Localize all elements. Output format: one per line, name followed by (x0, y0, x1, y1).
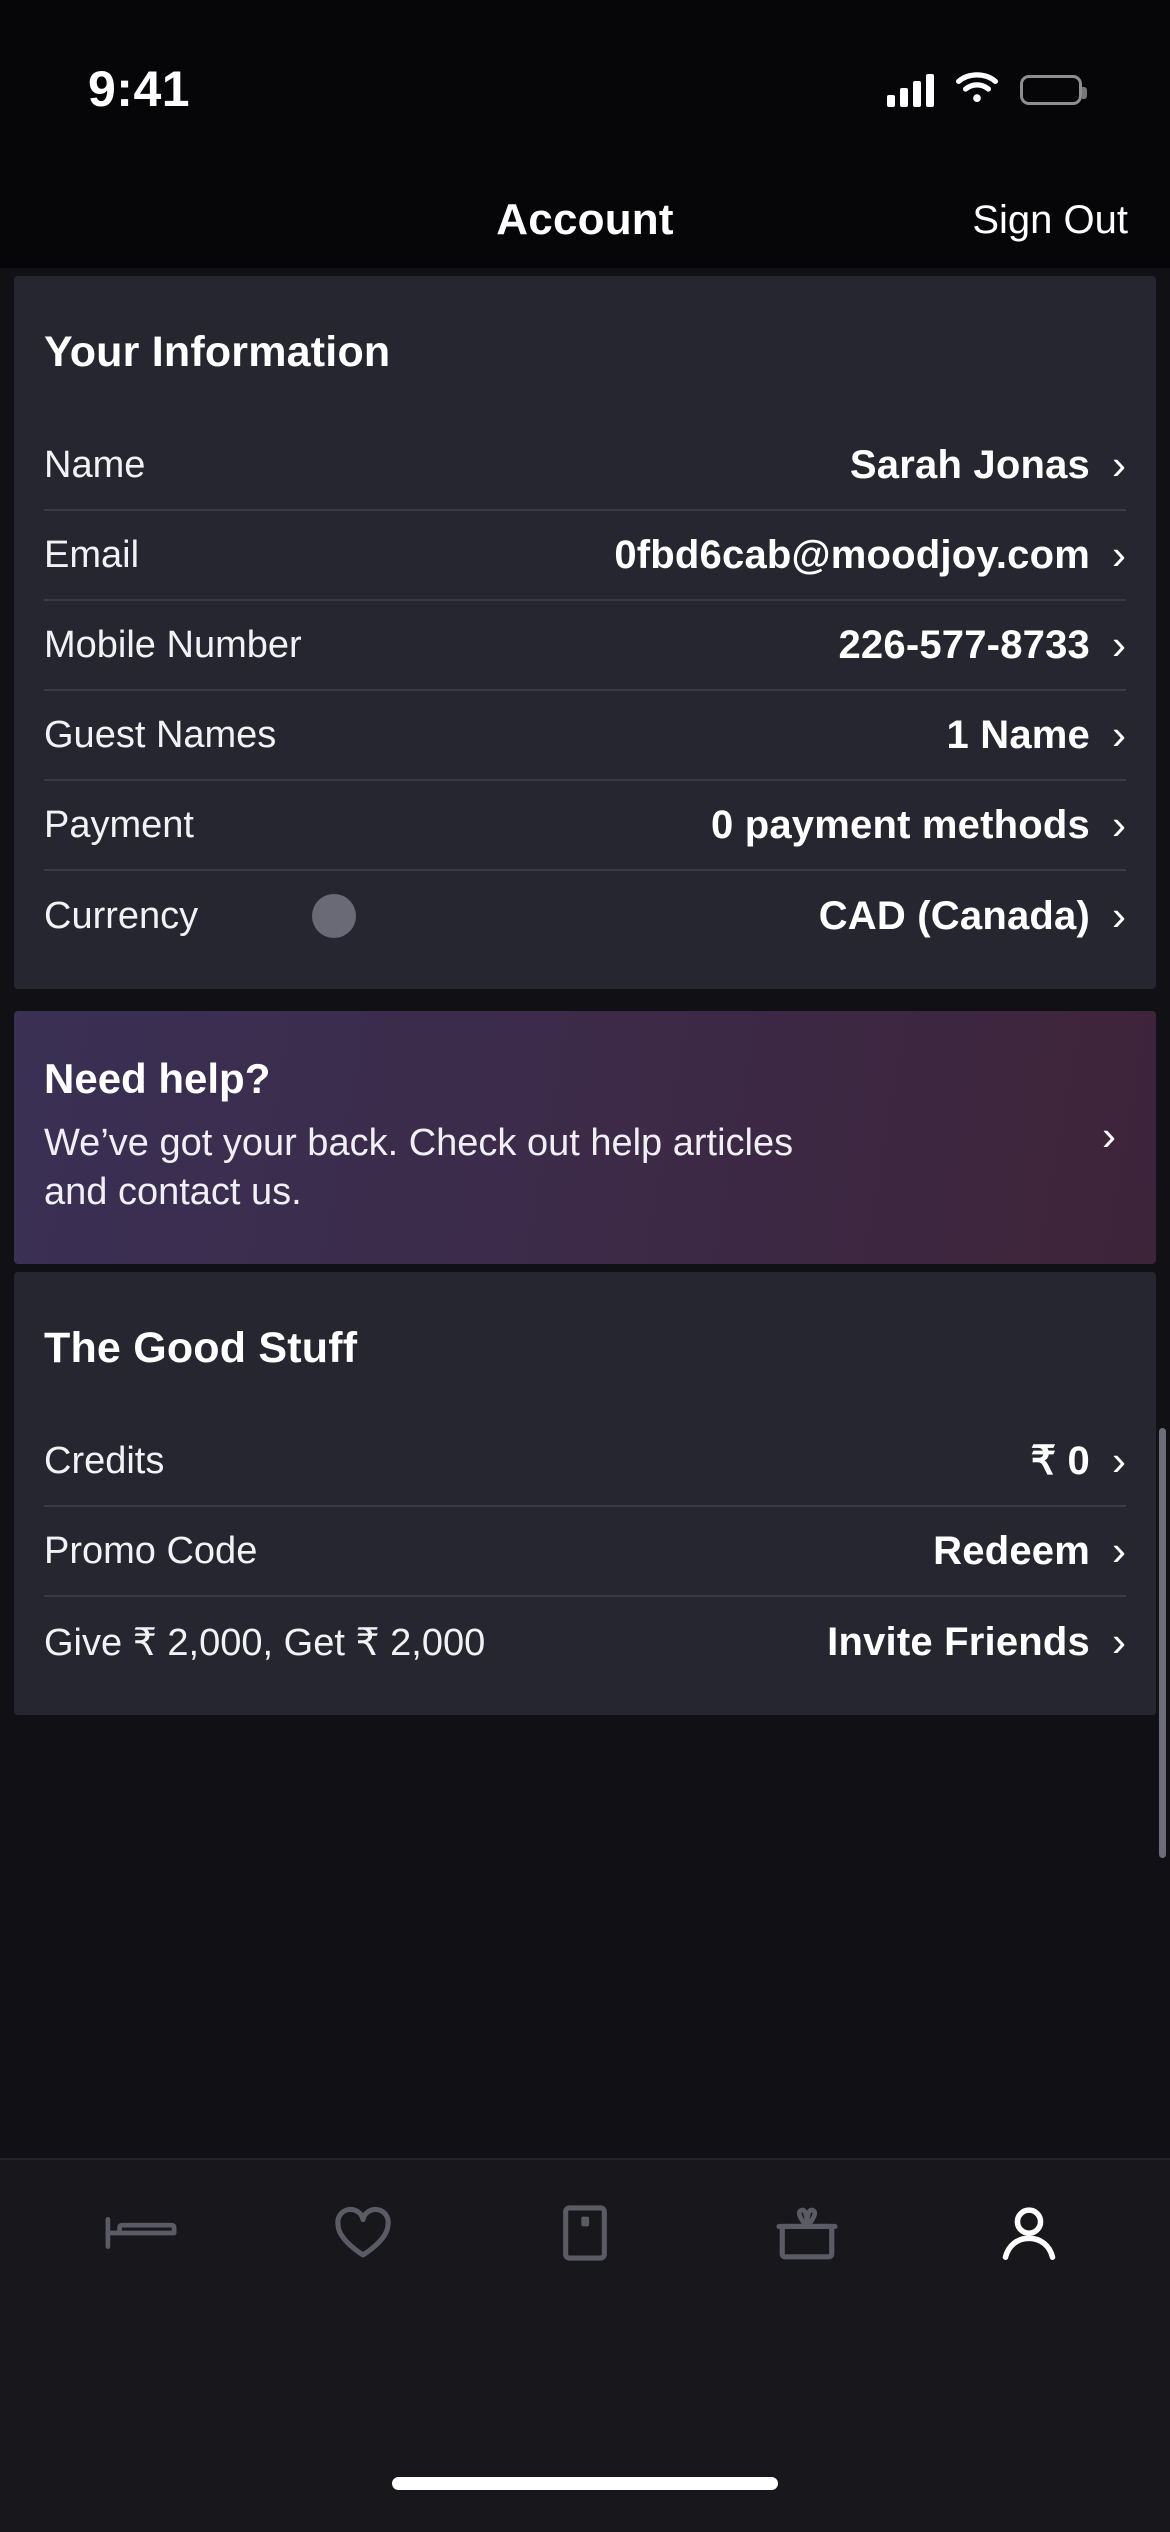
chevron-right-icon: › (1112, 1618, 1126, 1666)
row-label: Email (44, 533, 140, 576)
chevron-right-icon: › (1112, 621, 1126, 668)
status-icons (887, 71, 1087, 109)
nav-bar: Account Sign Out (0, 172, 1170, 268)
tab-bar (0, 2158, 1170, 2532)
row-label: Payment (44, 803, 194, 846)
row-right: 0fbd6cab@moodjoy.com › (614, 533, 1126, 578)
touch-indicator-dot (312, 894, 356, 938)
row-value: ₹ 0 (1030, 1439, 1090, 1484)
row-right: Sarah Jonas › (850, 443, 1126, 488)
row-label: Mobile Number (44, 623, 302, 666)
scroll-content[interactable]: Your Information Name Sarah Jonas › Emai… (0, 268, 1170, 2158)
row-guest-names[interactable]: Guest Names 1 Name › (44, 691, 1126, 781)
tab-trips[interactable] (510, 2204, 660, 2267)
row-label: Guest Names (44, 713, 277, 756)
row-label: Promo Code (44, 1529, 258, 1572)
row-value: Sarah Jonas (849, 442, 1090, 487)
need-help-subtitle: We’ve got your back. Check out help arti… (44, 1122, 794, 1213)
chevron-right-icon: › (1112, 711, 1126, 758)
row-currency[interactable]: Currency CAD (Canada) › (44, 871, 1126, 961)
row-value: CAD (Canada) (818, 893, 1090, 938)
row-email[interactable]: Email 0fbd6cab@moodjoy.com › (44, 511, 1126, 601)
row-value: 1 Name (946, 712, 1090, 757)
row-invite-friends[interactable]: Give ₹ 2,000, Get ₹ 2,000 Invite Friends… (44, 1597, 1126, 1687)
need-help-title: Need help? (44, 1055, 271, 1102)
row-label: Credits (44, 1439, 165, 1482)
tab-account[interactable] (954, 2204, 1104, 2267)
your-information-rows: Name Sarah Jonas › Email 0fbd6cab@moodjo… (14, 421, 1156, 961)
battery-full-icon (1020, 75, 1087, 105)
row-value: Invite Friends (827, 1619, 1090, 1664)
row-label: Name (44, 443, 146, 486)
your-information-card: Your Information Name Sarah Jonas › Emai… (14, 276, 1156, 989)
door-icon (562, 2204, 608, 2267)
row-value: Redeem (933, 1528, 1090, 1573)
tab-stays[interactable] (66, 2209, 216, 2262)
tab-wishlist[interactable] (288, 2205, 438, 2266)
cellular-bars-icon (887, 73, 934, 107)
row-right: 226-577-8733 › (838, 623, 1126, 668)
row-value: 0fbd6cab@moodjoy.com (614, 532, 1090, 577)
row-label: Give ₹ 2,000, Get ₹ 2,000 (44, 1621, 486, 1664)
status-bar: 9:41 (0, 0, 1170, 172)
row-value: 0 payment methods (710, 802, 1090, 847)
need-help-text: Need help? We’ve got your back. Check ou… (44, 1055, 864, 1216)
chevron-right-icon: › (1112, 1527, 1126, 1575)
good-stuff-title: The Good Stuff (44, 1324, 358, 1373)
chevron-right-icon: › (1112, 531, 1126, 578)
need-help-card[interactable]: Need help? We’ve got your back. Check ou… (14, 1011, 1156, 1265)
wifi-icon (956, 71, 998, 109)
chevron-right-icon: › (1112, 1437, 1126, 1485)
good-stuff-card: The Good Stuff Credits ₹ 0 › Promo Code … (14, 1272, 1156, 1716)
chevron-right-icon: › (1102, 1111, 1116, 1159)
gift-icon (774, 2205, 840, 2266)
row-right: Invite Friends › (827, 1620, 1126, 1665)
row-right: Redeem › (933, 1529, 1126, 1574)
tab-rewards[interactable] (732, 2205, 882, 2266)
row-name[interactable]: Name Sarah Jonas › (44, 421, 1126, 511)
row-value: 226-577-8733 (838, 622, 1090, 667)
chevron-right-icon: › (1112, 892, 1126, 939)
home-indicator (392, 2477, 778, 2490)
row-right: 0 payment methods › (711, 803, 1126, 848)
card-spacer (14, 1687, 1156, 1715)
sign-out-button[interactable]: Sign Out (972, 198, 1128, 243)
row-label: Currency (44, 894, 199, 937)
row-credits[interactable]: Credits ₹ 0 › (44, 1417, 1126, 1508)
chevron-right-icon: › (1112, 801, 1126, 848)
phone-screen: 9:41 Account Sign Out Your Information N… (0, 0, 1170, 2532)
good-stuff-rows: Credits ₹ 0 › Promo Code Redeem › Give ₹… (14, 1417, 1156, 1687)
row-payment[interactable]: Payment 0 payment methods › (44, 781, 1126, 871)
status-time: 9:41 (88, 61, 191, 117)
row-right: 1 Name › (946, 713, 1126, 758)
vertical-scrollbar[interactable] (1159, 1428, 1166, 1858)
person-icon (999, 2204, 1059, 2267)
chevron-right-icon: › (1112, 441, 1126, 488)
heart-icon (333, 2205, 393, 2266)
tab-list (0, 2160, 1170, 2267)
row-promo-code[interactable]: Promo Code Redeem › (44, 1507, 1126, 1598)
row-right: ₹ 0 › (1031, 1438, 1126, 1484)
your-information-title: Your Information (44, 328, 391, 376)
card-spacer (14, 961, 1156, 989)
bed-icon (104, 2209, 178, 2262)
row-right: CAD (Canada) › (819, 894, 1126, 939)
row-mobile-number[interactable]: Mobile Number 226-577-8733 › (44, 601, 1126, 691)
